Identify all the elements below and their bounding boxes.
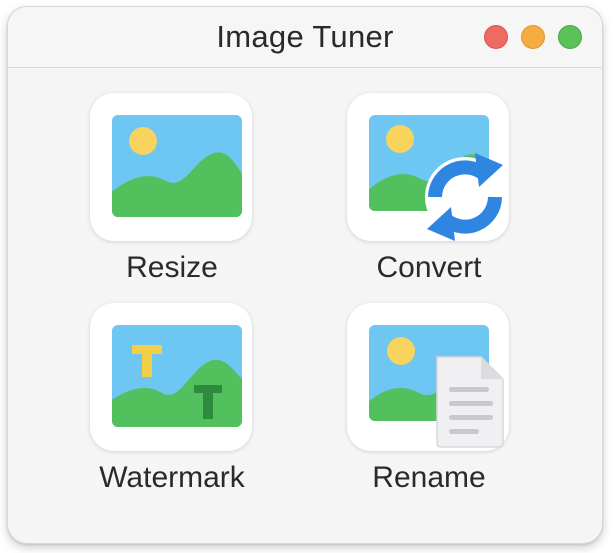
rename-document-icon [369, 325, 504, 448]
resize-label: Resize [126, 251, 218, 284]
zoom-button[interactable] [558, 25, 582, 49]
watermark-tool[interactable]: Watermark [82, 303, 262, 503]
resize-tile[interactable] [90, 93, 252, 241]
convert-tile[interactable] [347, 93, 509, 241]
convert-tool[interactable]: Convert [339, 93, 519, 293]
watermark-tile[interactable] [90, 303, 252, 451]
watermark-label: Watermark [99, 461, 245, 494]
app-window: Image Tuner Resize Convert Watermark Ren… [7, 6, 603, 544]
watermark-icon [112, 325, 242, 427]
rename-label: Rename [372, 461, 486, 494]
resize-tool[interactable]: Resize [82, 93, 262, 293]
title-bar: Image Tuner [8, 7, 602, 68]
convert-refresh-icon [369, 115, 505, 241]
rename-tile[interactable] [347, 303, 509, 451]
image-icon [112, 115, 242, 217]
convert-label: Convert [376, 251, 482, 284]
window-title: Image Tuner [216, 19, 394, 54]
close-button[interactable] [484, 25, 508, 49]
rename-tool[interactable]: Rename [339, 303, 519, 503]
minimize-button[interactable] [521, 25, 545, 49]
